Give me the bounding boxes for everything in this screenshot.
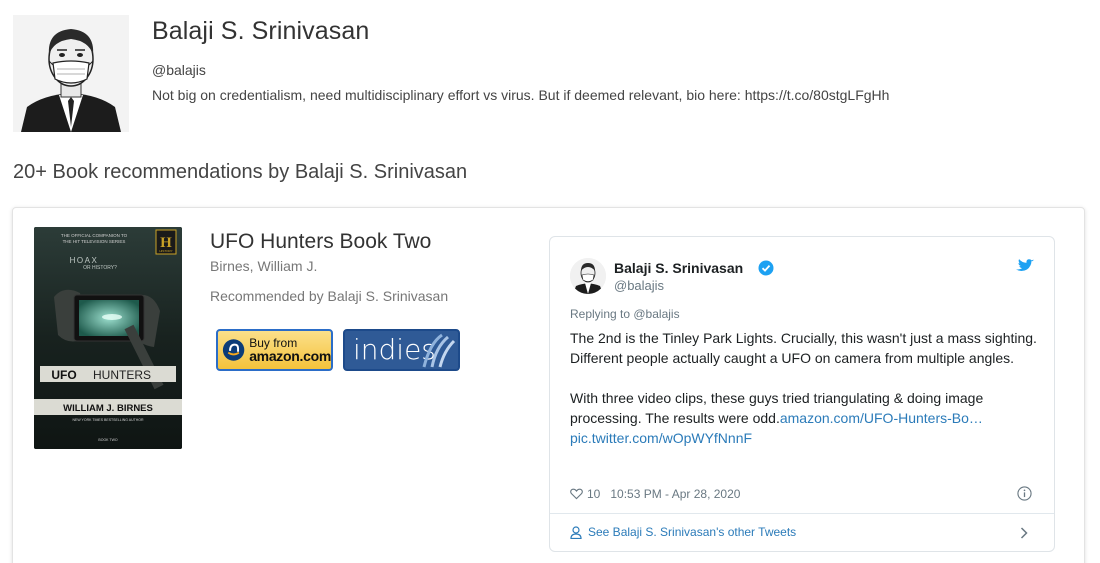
tweet-avatar-portrait <box>570 258 606 294</box>
tweet-author-name[interactable]: Balaji S. Srinivasan <box>614 260 743 276</box>
tweet-paragraph-1: The 2nd is the Tinley Park Lights. Cruci… <box>570 330 1037 366</box>
tweet-like-count[interactable]: 10 <box>587 487 600 501</box>
chevron-right-icon[interactable] <box>1020 527 1028 539</box>
cover-tagline2: OR HISTORY? <box>83 265 117 271</box>
info-icon[interactable] <box>1017 486 1032 501</box>
book-pages-icon <box>422 333 456 368</box>
tweet-link-pic[interactable]: pic.twitter.com/wOpWYfNnnF <box>570 430 752 446</box>
book-cover[interactable]: THE OFFICIAL COMPANION TO THE HIT TELEVI… <box>34 227 182 449</box>
profile-avatar <box>13 15 129 132</box>
tweet-meta: 10 10:53 PM - Apr 28, 2020 <box>570 487 740 501</box>
cover-title-bold: UFO <box>51 368 76 382</box>
see-other-tweets-link[interactable]: See Balaji S. Srinivasan's other Tweets <box>570 525 796 539</box>
tweet-avatar[interactable] <box>570 258 606 294</box>
profile-portrait-illustration <box>13 15 129 132</box>
cover-footer: BOOK TWO <box>98 438 117 442</box>
cover-network-sub: HISTORY <box>159 249 172 253</box>
cover-tagline1: HOAX <box>70 256 99 265</box>
cover-series-line2: THE HIT TELEVISION SERIES <box>63 239 126 244</box>
book-author: Birnes, William J. <box>210 258 318 274</box>
recommendations-heading: 20+ Book recommendations by Balaji S. Sr… <box>13 161 468 183</box>
profile-bio: Not big on credentialism, need multidisc… <box>152 87 890 103</box>
tweet-author-handle[interactable]: @balajis <box>614 278 664 293</box>
profile-name: Balaji S. Srinivasan <box>152 17 370 45</box>
see-other-tweets-label: See Balaji S. Srinivasan's other Tweets <box>588 525 797 539</box>
cover-author-sub: NEW YORK TIMES BESTSELLING AUTHOR <box>72 418 144 422</box>
book-title[interactable]: UFO Hunters Book Two <box>210 230 431 254</box>
tweet-paragraph-2: With three video clips, these guys tried… <box>570 388 1040 428</box>
twitter-bird-icon[interactable] <box>1016 259 1034 274</box>
cover-title-rest: HUNTERS <box>93 368 151 382</box>
tweet-link-amazon[interactable]: amazon.com/UFO-Hunters-Bo… <box>780 410 983 426</box>
book-recommended-by: Recommended by Balaji S. Srinivasan <box>210 288 449 304</box>
book-cover-art: THE OFFICIAL COMPANION TO THE HIT TELEVI… <box>34 227 182 449</box>
heart-icon[interactable] <box>570 488 583 500</box>
book-card: THE OFFICIAL COMPANION TO THE HIT TELEVI… <box>12 207 1085 563</box>
embedded-tweet[interactable]: Balaji S. Srinivasan @balajis Replying t… <box>549 236 1055 552</box>
cover-author: WILLIAM J. BIRNES <box>63 403 153 414</box>
amazon-logo-icon <box>222 339 245 361</box>
indies-button[interactable]: indies <box>343 329 460 371</box>
verified-badge-icon <box>758 260 774 276</box>
tweet-body: The 2nd is the Tinley Park Lights. Cruci… <box>570 328 1040 448</box>
tweet-timestamp[interactable]: 10:53 PM - Apr 28, 2020 <box>610 487 740 501</box>
person-icon <box>570 525 582 539</box>
tweet-divider <box>550 513 1054 514</box>
amazon-button-line2: amazon.com <box>249 348 331 364</box>
cover-series-line1: THE OFFICIAL COMPANION TO <box>61 233 128 238</box>
profile-handle: @balajis <box>152 62 206 78</box>
tweet-replying-to: Replying to @balajis <box>570 307 680 321</box>
buy-from-amazon-button[interactable]: Buy from amazon.com <box>216 329 333 371</box>
